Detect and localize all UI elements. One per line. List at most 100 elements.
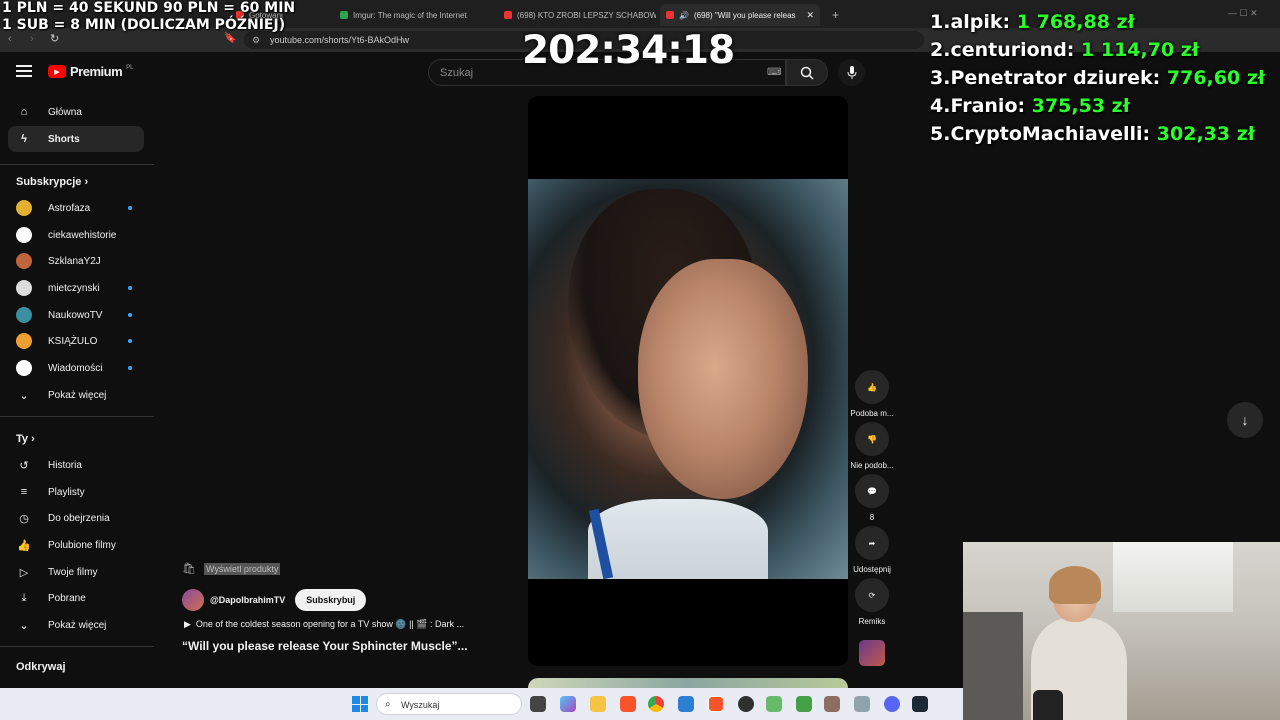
task-view-icon[interactable] [530, 696, 546, 712]
sidebar-item-your-videos[interactable]: ▷ Twoje filmy [8, 559, 144, 585]
sidebar-item-astrofaza[interactable]: Astrofaza [8, 195, 144, 221]
subscriptions-header[interactable]: Subskrypcje › [16, 176, 88, 188]
show-more-you[interactable]: ⌄ Pokaż więcej [8, 612, 144, 638]
new-tab-button[interactable]: + [826, 4, 842, 26]
subscriptions-title: Subskrypcje [16, 176, 82, 188]
next-short-button[interactable]: ↓ [1227, 402, 1263, 438]
sidebar-item-naukowotv[interactable]: NaukowoTV [8, 302, 144, 328]
copilot-icon[interactable] [560, 696, 576, 712]
subscribe-button[interactable]: Subskrybuj [295, 589, 367, 611]
sidebar-item-playlists[interactable]: ≡ Playlisty [8, 479, 144, 505]
mic-icon [847, 65, 856, 79]
forward-icon[interactable]: › [30, 33, 34, 45]
chevron-right-icon: › [84, 176, 89, 188]
sidebar-item-liked[interactable]: 👍 Polubione filmy [8, 532, 144, 558]
video-shirt-shape [588, 499, 768, 579]
store-icon[interactable] [678, 696, 694, 712]
channel-avatar[interactable] [182, 589, 204, 611]
youtube-favicon-icon [504, 11, 512, 19]
sidebar-item-wiadomosci[interactable]: Wiadomości [8, 355, 144, 381]
voice-search-button[interactable] [838, 59, 865, 86]
tab-imgur[interactable]: Imgur: The magic of the Internet [334, 4, 494, 26]
share-button[interactable]: ➦ Udostępnij [848, 526, 896, 574]
comments-button[interactable]: 💬 8 [848, 474, 896, 522]
discord-icon[interactable] [884, 696, 900, 712]
url-text: youtube.com/shorts/Yt6-BAkOdHw [270, 35, 410, 45]
sidebar-item-ciekawehistorie[interactable]: ciekawehistorie [8, 222, 144, 248]
new-content-dot [128, 313, 132, 317]
sidebar-item-watch-later[interactable]: ◷ Do obejrzenia [8, 505, 144, 531]
sidebar-item-downloads[interactable]: ⤓ Pobrane [8, 585, 144, 611]
windows-start-icon[interactable] [352, 696, 368, 712]
channel-avatar [16, 280, 32, 296]
channel-name[interactable]: @DapoIbrahimTV [210, 595, 285, 605]
app-icon[interactable] [766, 696, 782, 712]
bookmark-icon[interactable]: 🔖 [224, 33, 236, 44]
search-icon [800, 66, 814, 80]
back-icon[interactable]: ‹ [8, 33, 12, 45]
remix-button[interactable]: ⟳ Remiks [848, 578, 896, 626]
obs-icon[interactable] [738, 696, 754, 712]
history-icon: ↺ [19, 459, 29, 472]
close-tab-icon[interactable]: ✕ [806, 10, 814, 21]
like-button[interactable]: 👍 Podoba m... [848, 370, 896, 418]
search-button[interactable] [786, 59, 828, 86]
app-icon-3[interactable] [824, 696, 840, 712]
rank: 2. [930, 39, 951, 61]
sidebar-item-home[interactable]: ⌂ Główna [8, 99, 144, 125]
dislike-button[interactable]: 👎 Nie podob... [848, 422, 896, 470]
show-more-subscriptions[interactable]: ⌄ Pokaż więcej [8, 382, 144, 408]
comment-icon: 💬 [855, 474, 889, 508]
arrow-down-icon: ↓ [1241, 412, 1249, 428]
shopping-bag-icon: 🛍 [182, 563, 196, 575]
new-content-dot [128, 206, 132, 210]
donation-info-overlay: 1 PLN = 40 SEKUND 90 PLN = 60 MIN 1 SUB … [2, 0, 295, 34]
rank: 5. [930, 123, 951, 145]
shorts-icon: ϟ [21, 133, 27, 145]
short-title[interactable]: “Will you please release Your Sphincter … [182, 639, 468, 653]
chevron-down-icon: ⌄ [19, 389, 29, 402]
tab-active-short[interactable]: 🔊 (698) "Will you please releas ✕ [660, 4, 820, 26]
sidebar-item-label: Pokaż więcej [48, 389, 107, 401]
channel-avatar [16, 360, 32, 376]
chevron-right-icon: › [31, 433, 35, 445]
sidebar-item-history[interactable]: ↺ Historia [8, 452, 144, 478]
sidebar: ⌂ Główna ϟ Shorts Subskrypcje › Astrofaz… [0, 52, 154, 688]
play-icon: ▶ [184, 619, 191, 629]
short-description[interactable]: ▶ One of the coldest season opening for a… [184, 619, 464, 630]
donation-amount: 302,33 zł [1156, 123, 1255, 145]
channel-avatar [16, 307, 32, 323]
tab-schabowy[interactable]: (698) KTO ZROBI LEPSZY SCHABOW [498, 4, 656, 26]
new-content-dot [128, 286, 132, 290]
remix-label: Remiks [858, 617, 886, 626]
sidebar-item-szklanay2j[interactable]: SzklanaY2J [8, 248, 144, 274]
description-text: One of the coldest season opening for a … [195, 619, 464, 629]
calculator-icon[interactable] [854, 696, 870, 712]
sidebar-item-mietczynski[interactable]: mietczynski [8, 275, 144, 301]
home-icon: ⌂ [20, 106, 28, 118]
you-header[interactable]: Ty › [16, 433, 35, 445]
sidebar-item-ksiazulo[interactable]: KSIĄŻULO [8, 328, 144, 354]
steam-icon[interactable] [912, 696, 928, 712]
thumbs-down-icon: 👎 [855, 422, 889, 456]
audio-track-thumbnail[interactable] [859, 640, 885, 666]
channel-avatar [16, 253, 32, 269]
brave-active-icon[interactable] [708, 696, 724, 712]
sidebar-item-label: Do obejrzenia [48, 512, 110, 524]
sidebar-item-label: Główna [48, 106, 82, 118]
app-icon-2[interactable] [796, 696, 812, 712]
file-explorer-icon[interactable] [590, 696, 606, 712]
sidebar-item-label: Historia [48, 459, 82, 471]
sidebar-item-shorts[interactable]: ϟ Shorts [8, 126, 144, 152]
view-products-button[interactable]: 🛍 Wyświetl produkty [182, 562, 281, 575]
chrome-icon[interactable] [648, 696, 664, 712]
channel-avatar [16, 333, 32, 349]
keyboard-icon[interactable]: ⌨ [767, 60, 781, 86]
leaderboard-row: 4.Franio: 375,53 zł [930, 92, 1265, 120]
taskbar-search[interactable]: ⌕ Wyszukaj [376, 693, 522, 715]
watch-later-icon: ◷ [19, 512, 29, 525]
thumbs-up-icon: 👍 [855, 370, 889, 404]
donation-leaderboard: 1.alpik: 1 768,88 zł 2.centuriond: 1 114… [930, 8, 1265, 148]
short-video-player[interactable] [528, 96, 848, 666]
brave-browser-icon[interactable] [620, 696, 636, 712]
